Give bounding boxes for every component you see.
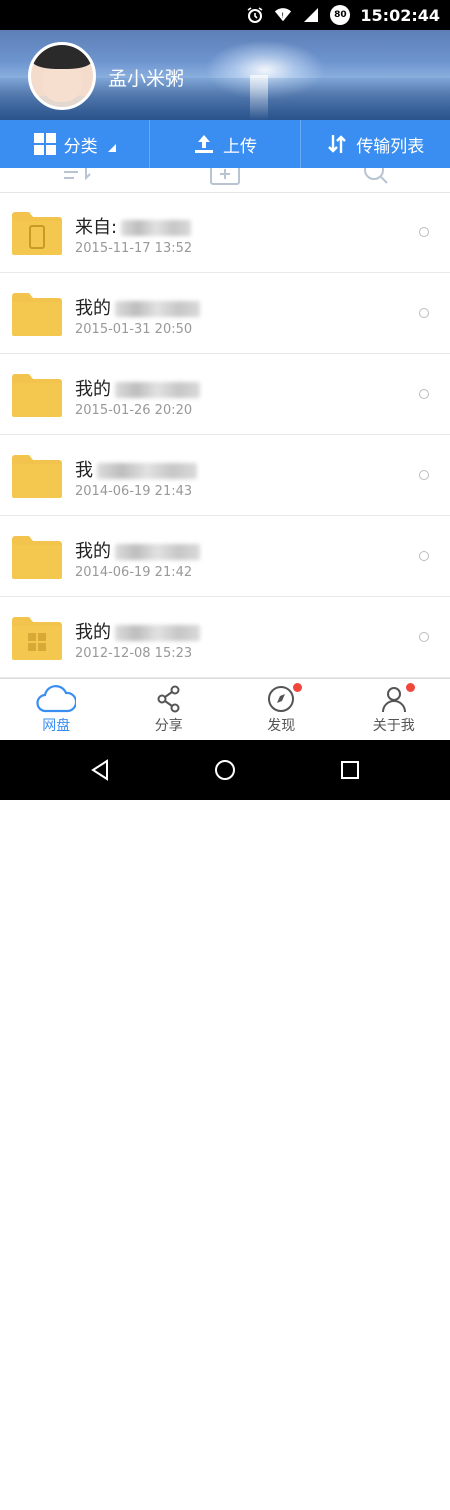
avatar[interactable]	[28, 42, 96, 110]
nav-label: 发现	[267, 715, 295, 735]
toolbar-strip	[0, 168, 450, 193]
person-icon	[380, 685, 408, 713]
folder-icon	[12, 373, 62, 417]
file-name: 我	[75, 460, 93, 481]
username[interactable]: 孟小米粥	[108, 64, 184, 91]
file-date: 2014-06-19 21:42	[75, 565, 192, 580]
redacted-text	[115, 301, 200, 317]
select-radio[interactable]	[419, 632, 429, 642]
file-list: 来自: 2015-11-17 13:52 我的 2015-01-31 20:50…	[0, 193, 450, 678]
list-item[interactable]: 我的 2014-06-19 21:42	[0, 517, 450, 597]
notification-badge	[293, 683, 302, 692]
home-icon[interactable]	[213, 758, 237, 782]
tab-label: 传输列表	[356, 132, 424, 157]
notification-badge	[406, 683, 415, 692]
new-folder-icon[interactable]	[210, 168, 240, 188]
redacted-text	[121, 220, 191, 236]
list-item[interactable]: 我的 2015-01-31 20:50	[0, 274, 450, 354]
file-date: 2015-11-17 13:52	[75, 241, 192, 256]
alarm-icon	[246, 6, 264, 24]
tab-label: 上传	[223, 132, 257, 157]
file-date: 2015-01-26 20:20	[75, 403, 192, 418]
phone-folder-icon	[12, 211, 62, 255]
search-icon[interactable]	[362, 168, 392, 188]
bottom-nav: 网盘 分享 发现 关于我	[0, 678, 450, 741]
list-item[interactable]: 来自: 2015-11-17 13:52	[0, 193, 450, 273]
redacted-text	[115, 382, 200, 398]
dropdown-caret-icon	[108, 144, 116, 152]
tab-upload[interactable]: 上传	[150, 120, 300, 168]
svg-text:!: !	[282, 11, 285, 20]
select-radio[interactable]	[419, 551, 429, 561]
tab-label: 分类	[64, 132, 98, 157]
grid-icon	[34, 133, 56, 155]
file-name: 我的	[75, 298, 111, 319]
file-date: 2015-01-31 20:50	[75, 322, 192, 337]
file-name: 我的	[75, 622, 111, 643]
tab-transfer-list[interactable]: 传输列表	[301, 120, 450, 168]
file-name: 来自:	[75, 217, 117, 238]
back-icon[interactable]	[88, 758, 112, 782]
battery-icon: 80	[330, 5, 350, 25]
clock: 15:02:44	[360, 6, 440, 25]
nav-item-netdisk[interactable]: 网盘	[0, 679, 113, 741]
folder-icon	[12, 292, 62, 336]
nav-label: 关于我	[373, 715, 415, 735]
cloud-icon	[36, 685, 76, 713]
select-radio[interactable]	[419, 308, 429, 318]
nav-item-discover[interactable]: 发现	[225, 679, 338, 741]
redacted-text	[97, 463, 197, 479]
file-date: 2012-12-08 15:23	[75, 646, 192, 661]
list-item[interactable]: 我的 2012-12-08 15:23	[0, 598, 450, 678]
list-item[interactable]: 我的 2015-01-26 20:20	[0, 355, 450, 435]
file-name: 我的	[75, 379, 111, 400]
system-nav-bar: Bai 经验 jingyan.baidu.com	[0, 740, 450, 800]
file-name: 我的	[75, 541, 111, 562]
signal-icon	[302, 6, 320, 24]
tab-category[interactable]: 分类	[0, 120, 150, 168]
nav-item-about-me[interactable]: 关于我	[338, 679, 450, 741]
folder-icon	[12, 535, 62, 579]
select-radio[interactable]	[419, 227, 429, 237]
nav-label: 分享	[155, 715, 183, 735]
file-date: 2014-06-19 21:43	[75, 484, 192, 499]
watermark: Bai 经验 jingyan.baidu.com	[322, 1484, 433, 1510]
sort-icon[interactable]	[62, 168, 92, 188]
select-radio[interactable]	[419, 470, 429, 480]
share-icon	[155, 685, 183, 713]
wifi-icon: !	[274, 6, 292, 24]
recents-icon[interactable]	[338, 758, 362, 782]
compass-icon	[267, 685, 295, 713]
status-bar: ! 80 15:02:44	[0, 0, 450, 30]
profile-header: 孟小米粥	[0, 30, 450, 120]
select-radio[interactable]	[419, 389, 429, 399]
action-tabbar: 分类 上传 传输列表	[0, 120, 450, 168]
nav-label: 网盘	[42, 715, 70, 735]
transfer-icon	[326, 133, 348, 155]
nav-item-share[interactable]: 分享	[113, 679, 226, 741]
list-item[interactable]: 我 2014-06-19 21:43	[0, 436, 450, 516]
redacted-text	[115, 544, 200, 560]
redacted-text	[115, 625, 200, 641]
app-folder-icon	[12, 616, 62, 660]
upload-icon	[193, 133, 215, 155]
folder-icon	[12, 454, 62, 498]
